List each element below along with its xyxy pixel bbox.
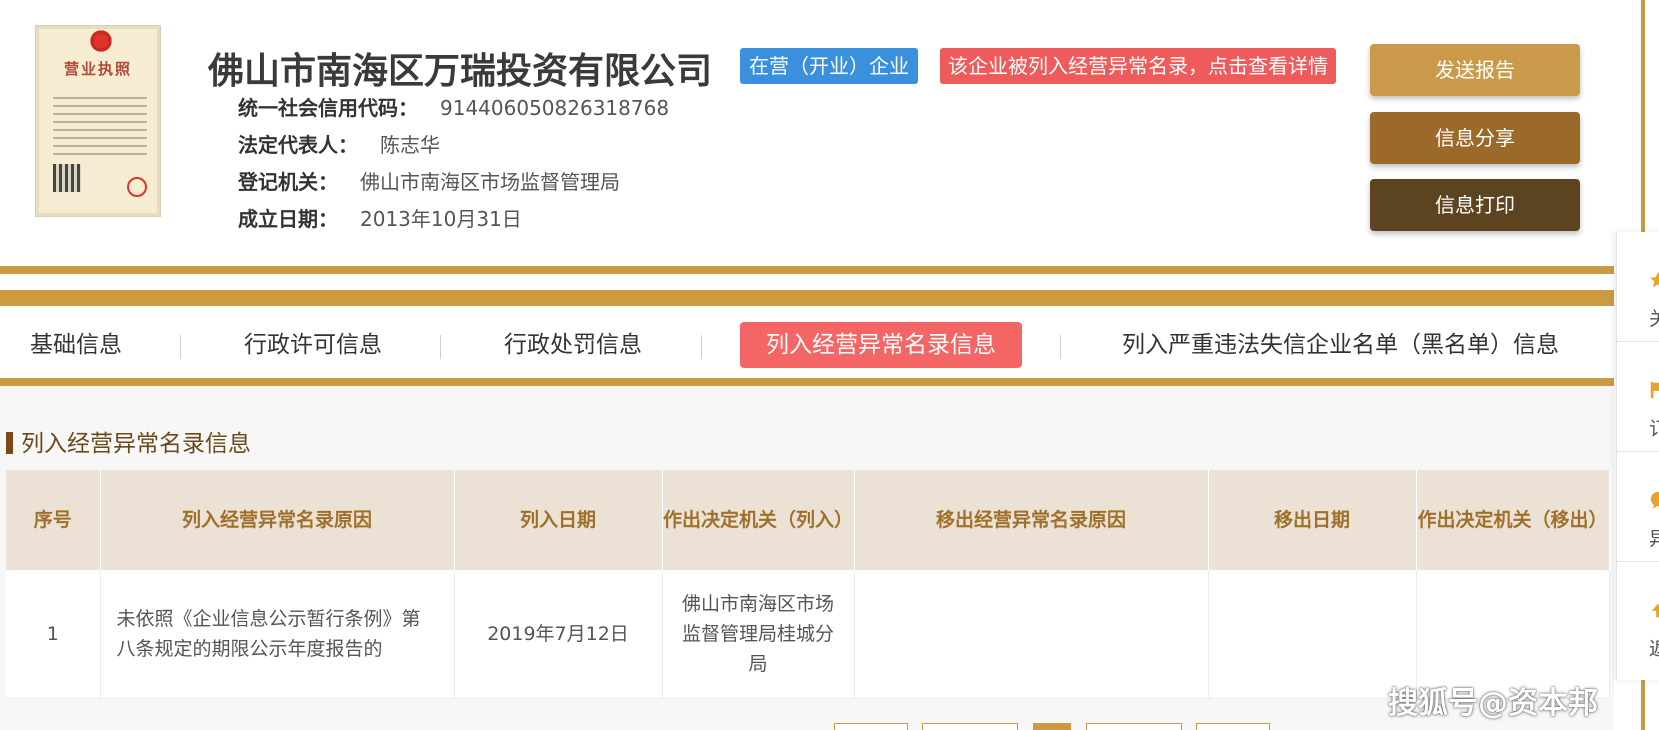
title-marker <box>6 432 13 454</box>
chat-icon <box>1650 491 1659 509</box>
header-removal-authority: 作出决定机关（移出） <box>1416 470 1610 570</box>
gold-divider-bottom <box>0 290 1614 306</box>
tab-separator <box>440 335 441 359</box>
info-label: 登记机关： <box>238 170 338 194</box>
info-legal-representative: 法定代表人： 陈志华 <box>238 129 440 158</box>
header-removal-reason: 移出经营异常名录原因 <box>854 470 1209 570</box>
license-text-lines <box>53 91 147 161</box>
pagination-current-page[interactable] <box>1033 723 1071 730</box>
cell-listing-reason: 未依照《企业信息公示暂行条例》第八条规定的期限公示年度报告的 <box>100 570 455 699</box>
tab-separator <box>701 335 702 359</box>
qr-code-icon <box>53 164 81 192</box>
divider-gap <box>0 274 1614 290</box>
star-icon <box>1649 271 1659 288</box>
info-registration-authority: 登记机关： 佛山市南海区市场监督管理局 <box>238 166 620 195</box>
side-label: 异 <box>1649 528 1659 550</box>
print-info-button[interactable]: 信息打印 <box>1370 179 1580 231</box>
tab-basic-info[interactable]: 基础信息 <box>30 322 122 368</box>
side-label: 返 <box>1649 638 1659 660</box>
license-title: 营业执照 <box>63 60 132 78</box>
cell-listing-date: 2019年7月12日 <box>454 570 663 699</box>
tab-admin-license[interactable]: 行政许可信息 <box>244 322 382 368</box>
info-value: 914406050826318768 <box>440 96 670 120</box>
pagination-first-button[interactable] <box>834 723 908 730</box>
tab-admin-penalty[interactable]: 行政处罚信息 <box>504 322 642 368</box>
pagination-prev-button[interactable] <box>922 723 1018 730</box>
info-label: 法定代表人： <box>238 133 358 157</box>
tab-separator <box>1060 335 1061 359</box>
flag-icon <box>1650 381 1659 399</box>
official-seal-icon <box>127 177 147 197</box>
header-listing-authority: 作出决定机关（列入） <box>662 470 855 570</box>
section-title: 列入经营异常名录信息 <box>6 424 251 458</box>
floating-side-panel: 关 订 异 返 <box>1616 232 1659 680</box>
info-value: 佛山市南海区市场监督管理局 <box>360 170 620 194</box>
tab-separator <box>180 335 181 359</box>
side-back-to-top-button[interactable]: 返 <box>1617 562 1659 672</box>
gold-divider-top <box>0 266 1614 274</box>
tabs-underline <box>0 378 1614 386</box>
cell-index: 1 <box>6 570 101 699</box>
send-report-button[interactable]: 发送报告 <box>1370 44 1580 96</box>
info-label: 成立日期： <box>238 207 338 231</box>
pagination-last-button[interactable] <box>1196 723 1270 730</box>
info-tabs: 基础信息 行政许可信息 行政处罚信息 列入经营异常名录信息 列入严重违法失信企业… <box>0 318 1614 378</box>
company-name: 佛山市南海区万瑞投资有限公司 <box>208 51 713 92</box>
arrow-up-icon <box>1651 603 1659 618</box>
cell-removal-reason <box>854 570 1209 699</box>
info-label: 统一社会信用代码： <box>238 96 418 120</box>
business-license-image[interactable]: 营业执照 <box>36 26 160 216</box>
header-index: 序号 <box>6 470 101 570</box>
section-title-text: 列入经营异常名录信息 <box>21 431 251 457</box>
side-objection-button[interactable]: 异 <box>1617 452 1659 562</box>
side-subscribe-button[interactable]: 订 <box>1617 342 1659 452</box>
info-value: 陈志华 <box>380 133 440 157</box>
table-header-row: 序号 列入经营异常名录原因 列入日期 作出决定机关（列入） 移出经营异常名录原因… <box>6 470 1610 570</box>
share-info-button[interactable]: 信息分享 <box>1370 112 1580 164</box>
header-listing-date: 列入日期 <box>454 470 663 570</box>
info-credit-code: 统一社会信用代码： 914406050826318768 <box>238 92 669 121</box>
national-emblem-icon <box>88 29 114 53</box>
info-value: 2013年10月31日 <box>360 207 522 231</box>
cell-removal-date <box>1208 570 1417 699</box>
header-listing-reason: 列入经营异常名录原因 <box>100 470 455 570</box>
status-badge: 在营（开业）企业 <box>740 48 918 84</box>
table-row: 1 未依照《企业信息公示暂行条例》第八条规定的期限公示年度报告的 2019年7月… <box>6 570 1610 699</box>
tab-abnormal-list[interactable]: 列入经营异常名录信息 <box>740 322 1022 368</box>
source-watermark: 搜狐号@资本邦 <box>1388 686 1598 721</box>
abnormal-list-table: 序号 列入经营异常名录原因 列入日期 作出决定机关（列入） 移出经营异常名录原因… <box>6 470 1610 699</box>
header-removal-date: 移出日期 <box>1208 470 1417 570</box>
cell-listing-authority: 佛山市南海区市场监督管理局桂城分局 <box>662 570 855 699</box>
abnormal-alert-badge[interactable]: 该企业被列入经营异常名录，点击查看详情 <box>940 48 1336 84</box>
info-establishment-date: 成立日期： 2013年10月31日 <box>238 203 522 232</box>
side-label: 订 <box>1649 418 1659 440</box>
pagination-next-button[interactable] <box>1086 723 1182 730</box>
side-follow-button[interactable]: 关 <box>1617 232 1659 342</box>
tab-blacklist[interactable]: 列入严重违法失信企业名单（黑名单）信息 <box>1122 322 1559 368</box>
side-label: 关 <box>1649 308 1659 330</box>
